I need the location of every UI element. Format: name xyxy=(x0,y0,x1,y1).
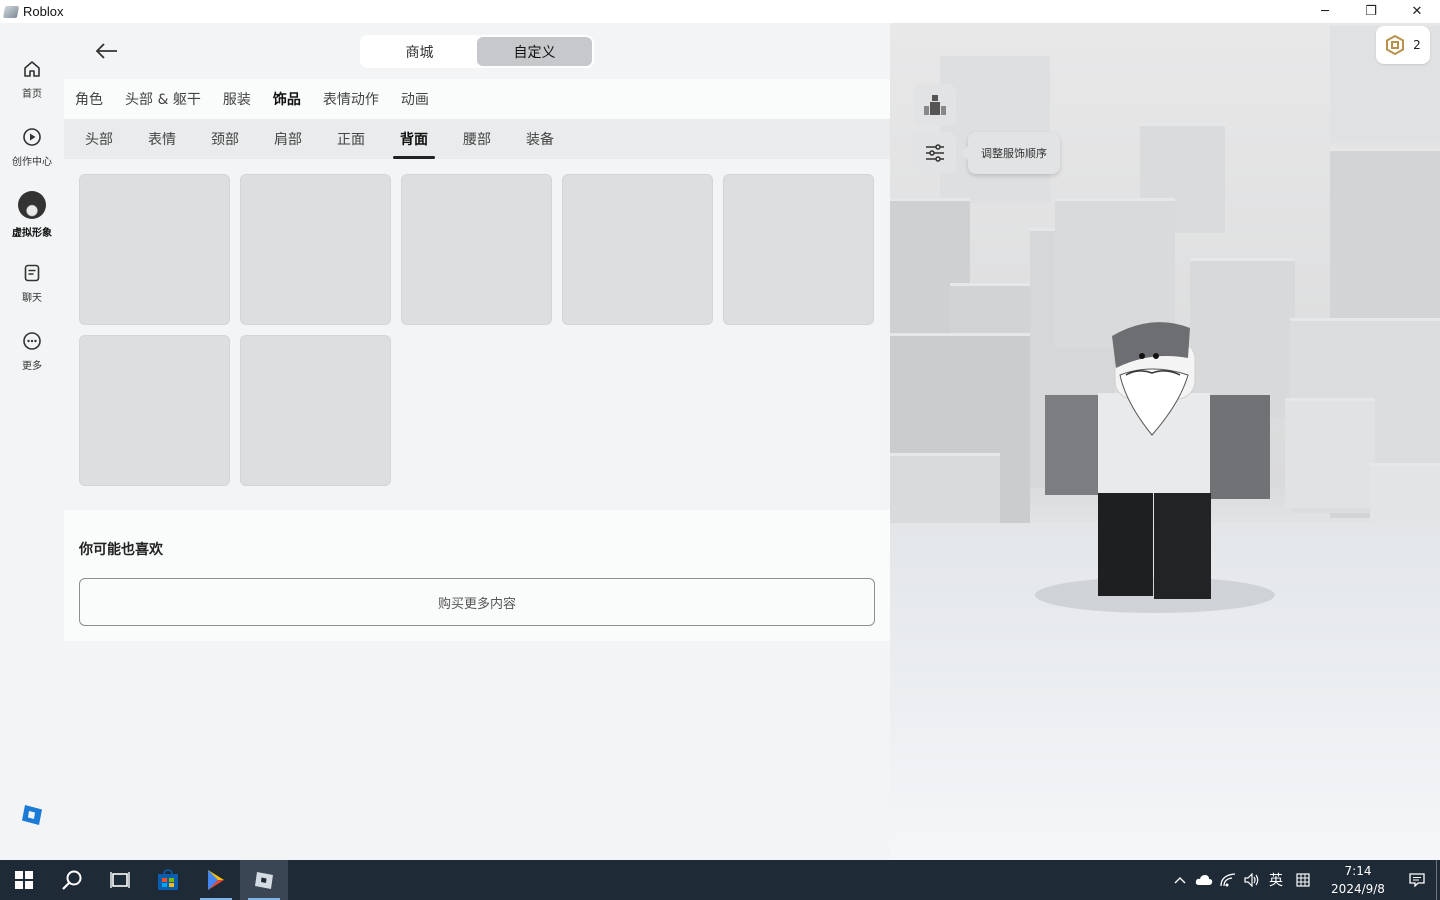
arrow-left-icon xyxy=(95,43,117,59)
subtab-shoulder[interactable]: 肩部 xyxy=(267,119,309,159)
avatar-3d-viewport[interactable]: 调整服饰顺序 2 xyxy=(890,23,1440,860)
tab-clothing[interactable]: 服装 xyxy=(223,89,251,109)
notification-center-icon[interactable] xyxy=(1398,860,1436,900)
left-nav: 首页 创作中心 虚拟形象 聊天 更多 xyxy=(0,23,64,860)
store-app-button[interactable] xyxy=(144,860,192,900)
roblox-app-icon xyxy=(2,5,20,18)
nav-item-label: 聊天 xyxy=(22,293,42,304)
editor-top-bar: 商城 自定义 xyxy=(64,23,890,79)
cloud-icon[interactable] xyxy=(1192,860,1216,900)
home-icon xyxy=(21,58,43,80)
robux-icon xyxy=(1386,35,1405,55)
nav-item-chat[interactable]: 聊天 xyxy=(0,262,64,304)
robux-balance[interactable]: 2 xyxy=(1376,26,1430,64)
search-button[interactable] xyxy=(48,860,96,900)
recommendations-title: 你可能也喜欢 xyxy=(79,542,163,558)
tab-head-body[interactable]: 头部 & 躯干 xyxy=(125,89,201,109)
item-tile[interactable] xyxy=(79,335,230,486)
title-bar: Roblox ─ ❐ ✕ xyxy=(0,0,1440,23)
subtab-back[interactable]: 背面 xyxy=(393,119,435,159)
more-icon xyxy=(21,330,43,352)
subtab-waist[interactable]: 腰部 xyxy=(456,119,498,159)
nav-item-create[interactable]: 创作中心 xyxy=(0,126,64,168)
play-games-app-button[interactable] xyxy=(192,860,240,900)
restore-button[interactable]: ❐ xyxy=(1348,0,1394,23)
item-tile[interactable] xyxy=(401,174,552,325)
subtab-front[interactable]: 正面 xyxy=(330,119,372,159)
nav-item-label: 首页 xyxy=(22,89,42,100)
avatar-editor-panel: 商城 自定义 角色 头部 & 躯干 服装 饰品 表情动作 动画 头部 表情 颈部… xyxy=(64,23,890,860)
ime-mode-icon[interactable] xyxy=(1288,860,1318,900)
show-desktop-button[interactable] xyxy=(1436,860,1440,900)
minimize-button[interactable]: ─ xyxy=(1302,0,1348,23)
subcategory-tabs: 头部 表情 颈部 肩部 正面 背面 腰部 装备 xyxy=(64,119,890,159)
tab-character[interactable]: 角色 xyxy=(75,89,103,109)
shop-customize-toggle: 商城 自定义 xyxy=(360,35,594,68)
nav-item-more[interactable]: 更多 xyxy=(0,330,64,372)
subtab-gear[interactable]: 装备 xyxy=(519,119,561,159)
bodies-icon xyxy=(924,95,946,115)
network-icon[interactable] xyxy=(1216,860,1240,900)
task-view-button[interactable] xyxy=(96,860,144,900)
tab-accessories[interactable]: 饰品 xyxy=(273,89,301,109)
system-tray: 英 7:14 2024/9/8 xyxy=(1168,860,1440,900)
back-button[interactable] xyxy=(94,39,120,63)
volume-icon[interactable] xyxy=(1240,860,1264,900)
roblox-logo-icon[interactable] xyxy=(20,803,44,827)
nav-item-label: 更多 xyxy=(22,361,42,372)
clock-time: 7:14 xyxy=(1344,864,1372,878)
robux-count: 2 xyxy=(1413,38,1421,52)
adjust-layering-button[interactable] xyxy=(914,132,956,174)
avatar-icon xyxy=(18,191,46,219)
item-tile[interactable] xyxy=(562,174,713,325)
nav-item-avatar[interactable]: 虚拟形象 xyxy=(0,191,64,239)
nav-item-home[interactable]: 首页 xyxy=(0,58,64,100)
tab-animations[interactable]: 动画 xyxy=(401,89,429,109)
subtab-neck[interactable]: 颈部 xyxy=(204,119,246,159)
system-clock[interactable]: 7:14 2024/9/8 xyxy=(1318,862,1398,898)
roblox-taskbar-icon xyxy=(255,872,273,889)
chat-icon xyxy=(21,262,43,284)
nav-item-label: 虚拟形象 xyxy=(12,228,52,239)
taskbar: 英 7:14 2024/9/8 xyxy=(0,860,1440,900)
shop-tab[interactable]: 商城 xyxy=(362,37,477,66)
nav-item-label: 创作中心 xyxy=(12,157,52,168)
layering-tooltip: 调整服饰顺序 xyxy=(960,132,1060,174)
google-play-icon xyxy=(208,870,224,890)
item-tile[interactable] xyxy=(240,335,391,486)
tab-emotes[interactable]: 表情动作 xyxy=(323,89,379,109)
subtab-face[interactable]: 表情 xyxy=(141,119,183,159)
subtab-head[interactable]: 头部 xyxy=(78,119,120,159)
item-tile[interactable] xyxy=(723,174,874,325)
clock-date: 2024/9/8 xyxy=(1331,882,1385,896)
play-icon xyxy=(21,126,43,148)
window-title: Roblox xyxy=(23,4,64,19)
task-view-icon xyxy=(110,872,130,888)
buy-more-button[interactable]: 购买更多内容 xyxy=(79,578,875,626)
body-scale-button[interactable] xyxy=(914,84,956,126)
store-icon xyxy=(158,869,178,890)
recommendations-section: 你可能也喜欢 购买更多内容 xyxy=(64,510,890,641)
customize-tab[interactable]: 自定义 xyxy=(477,37,592,66)
search-icon xyxy=(62,870,82,890)
roblox-app-button[interactable] xyxy=(240,860,288,900)
item-tile[interactable] xyxy=(240,174,391,325)
category-tabs: 角色 头部 & 躯干 服装 饰品 表情动作 动画 xyxy=(64,79,890,119)
input-language-indicator[interactable]: 英 xyxy=(1264,860,1288,900)
close-button[interactable]: ✕ xyxy=(1394,0,1440,23)
item-tile[interactable] xyxy=(79,174,230,325)
start-button[interactable] xyxy=(0,860,48,900)
sliders-icon xyxy=(926,144,944,162)
windows-icon xyxy=(15,871,33,889)
chevron-up-icon[interactable] xyxy=(1168,860,1192,900)
